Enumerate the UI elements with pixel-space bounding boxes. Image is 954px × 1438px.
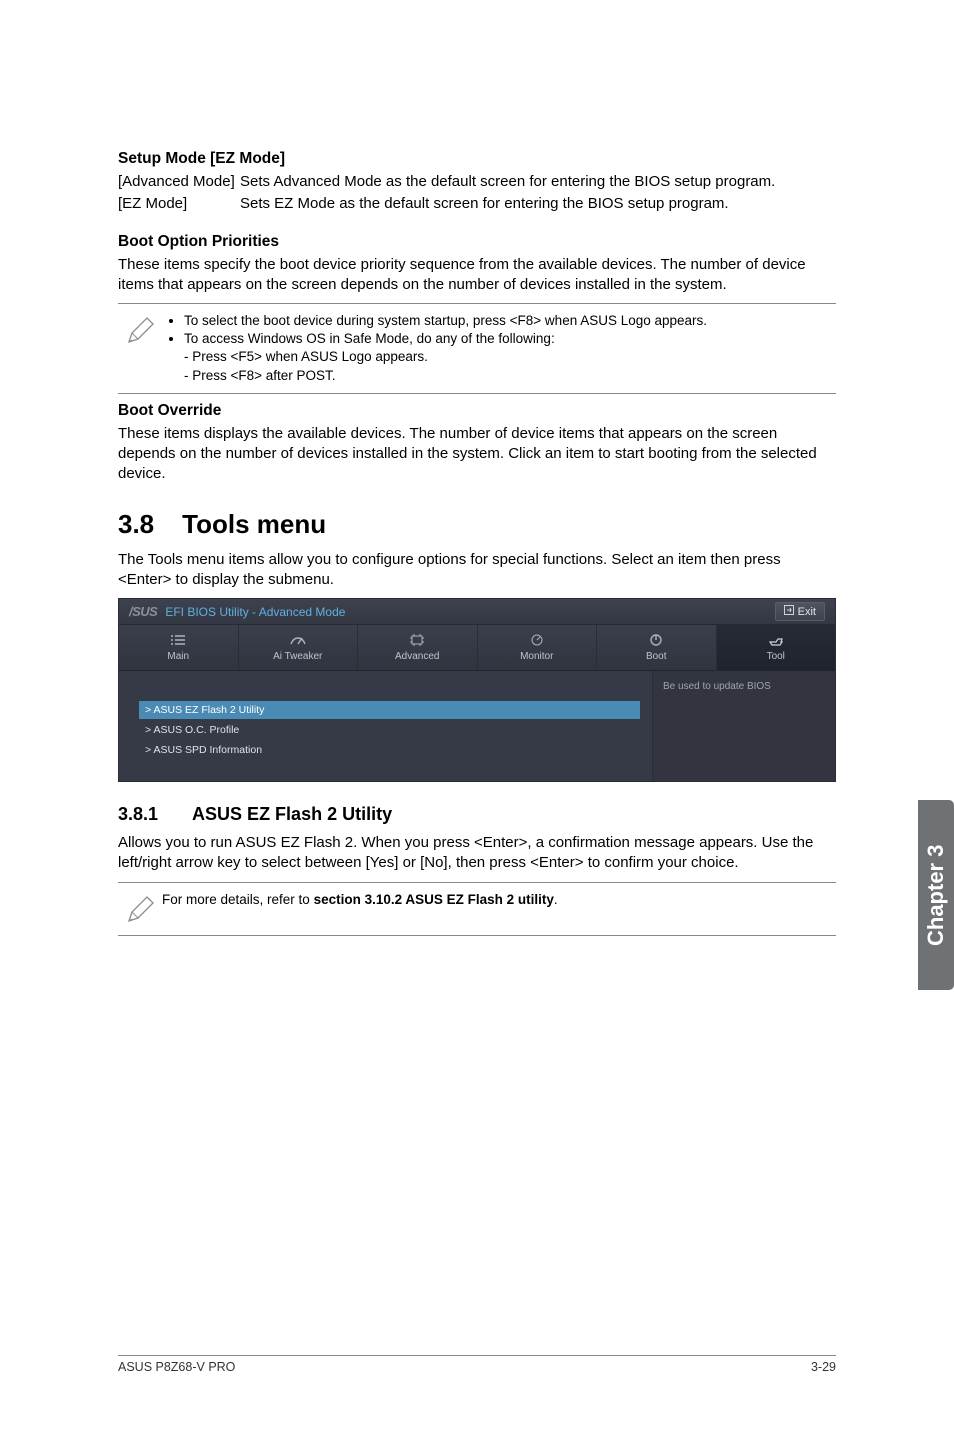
power-icon xyxy=(597,631,716,649)
list-icon xyxy=(119,631,238,649)
exit-label: Exit xyxy=(798,606,816,618)
def-def: Sets Advanced Mode as the default screen… xyxy=(240,172,836,192)
note-subline: - Press <F8> after POST. xyxy=(162,367,836,385)
section-heading-tools: 3.8 Tools menu xyxy=(118,509,836,540)
bios-help-text: Be used to update BIOS xyxy=(663,681,825,692)
bios-menu-item-ezflash[interactable]: > ASUS EZ Flash 2 Utility xyxy=(139,701,640,719)
pencil-icon xyxy=(118,312,162,348)
tab-label: Main xyxy=(119,651,238,662)
def-row: [Advanced Mode] Sets Advanced Mode as th… xyxy=(118,172,836,192)
def-def: Sets EZ Mode as the default screen for e… xyxy=(240,194,836,214)
chapter-side-tab: Chapter 3 xyxy=(918,800,954,990)
footer-right: 3-29 xyxy=(811,1360,836,1374)
page-footer: ASUS P8Z68-V PRO 3-29 xyxy=(118,1355,836,1374)
asus-logo-icon: /SUS xyxy=(129,604,157,619)
heading-boot-priorities: Boot Option Priorities xyxy=(118,233,836,251)
def-term: [EZ Mode] xyxy=(118,194,240,214)
section-number: 3.8 xyxy=(118,509,154,540)
pencil-icon xyxy=(118,891,162,927)
tool-icon xyxy=(717,631,836,649)
page-content: Setup Mode [EZ Mode] [Advanced Mode] Set… xyxy=(0,0,954,936)
tab-monitor[interactable]: Monitor xyxy=(478,625,598,670)
note-bullet: To access Windows OS in Safe Mode, do an… xyxy=(184,330,836,348)
bios-screenshot: /SUS EFI BIOS Utility - Advanced Mode Ex… xyxy=(118,598,836,782)
bios-item-label: ASUS SPD Information xyxy=(153,744,262,756)
note-subline: - Press <F5> when ASUS Logo appears. xyxy=(162,348,836,366)
para-ezflash: Allows you to run ASUS EZ Flash 2. When … xyxy=(118,833,836,874)
bios-title-text: EFI BIOS Utility - Advanced Mode xyxy=(165,605,345,619)
bios-menu-item-spdinfo[interactable]: > ASUS SPD Information xyxy=(139,741,640,759)
monitor-icon xyxy=(478,631,597,649)
bios-menu-item-ocprofile[interactable]: > ASUS O.C. Profile xyxy=(139,721,640,739)
note2-bold: section 3.10.2 ASUS EZ Flash 2 utility xyxy=(314,892,554,907)
bios-help-pane: Be used to update BIOS xyxy=(653,671,835,781)
tab-label: Boot xyxy=(597,651,716,662)
note-block: To select the boot device during system … xyxy=(118,303,836,394)
tab-label: Advanced xyxy=(358,651,477,662)
note-text: For more details, refer to section 3.10.… xyxy=(162,891,836,909)
note-text: To select the boot device during system … xyxy=(162,312,836,385)
tab-boot[interactable]: Boot xyxy=(597,625,717,670)
exit-button[interactable]: Exit xyxy=(775,602,825,621)
bios-title: /SUS EFI BIOS Utility - Advanced Mode xyxy=(129,604,345,619)
section-title: Tools menu xyxy=(182,509,326,540)
chip-icon xyxy=(358,631,477,649)
def-term: [Advanced Mode] xyxy=(118,172,240,192)
bios-topbar: /SUS EFI BIOS Utility - Advanced Mode Ex… xyxy=(119,599,835,625)
exit-icon xyxy=(784,605,794,618)
para-boot-override: These items displays the available devic… xyxy=(118,424,836,485)
bios-tabs: Main Ai Tweaker Advanced Monitor xyxy=(119,625,835,671)
footer-left: ASUS P8Z68-V PRO xyxy=(118,1360,235,1374)
tab-label: Monitor xyxy=(478,651,597,662)
bios-item-label: ASUS EZ Flash 2 Utility xyxy=(153,704,264,716)
para-boot-priorities: These items specify the boot device prio… xyxy=(118,255,836,296)
note-bullet: To select the boot device during system … xyxy=(184,312,836,330)
bios-item-label: ASUS O.C. Profile xyxy=(153,724,239,736)
subsection-heading-ezflash: 3.8.1 ASUS EZ Flash 2 Utility xyxy=(118,804,836,825)
note2-prefix: For more details, refer to xyxy=(162,892,314,907)
tab-advanced[interactable]: Advanced xyxy=(358,625,478,670)
bios-menu-list: > ASUS EZ Flash 2 Utility > ASUS O.C. Pr… xyxy=(119,671,653,781)
bios-body: > ASUS EZ Flash 2 Utility > ASUS O.C. Pr… xyxy=(119,671,835,781)
tab-ai-tweaker[interactable]: Ai Tweaker xyxy=(239,625,359,670)
heading-setup-mode: Setup Mode [EZ Mode] xyxy=(118,150,836,168)
tab-tool[interactable]: Tool xyxy=(717,625,836,670)
note2-suffix: . xyxy=(554,892,558,907)
tweaker-icon xyxy=(239,631,358,649)
def-row: [EZ Mode] Sets EZ Mode as the default sc… xyxy=(118,194,836,214)
subsection-number: 3.8.1 xyxy=(118,804,158,825)
tab-label: Ai Tweaker xyxy=(239,651,358,662)
heading-boot-override: Boot Override xyxy=(118,402,836,420)
tab-label: Tool xyxy=(717,651,836,662)
subsection-title: ASUS EZ Flash 2 Utility xyxy=(192,804,392,825)
tab-main[interactable]: Main xyxy=(119,625,239,670)
note-block: For more details, refer to section 3.10.… xyxy=(118,882,836,936)
para-tools: The Tools menu items allow you to config… xyxy=(118,550,836,591)
